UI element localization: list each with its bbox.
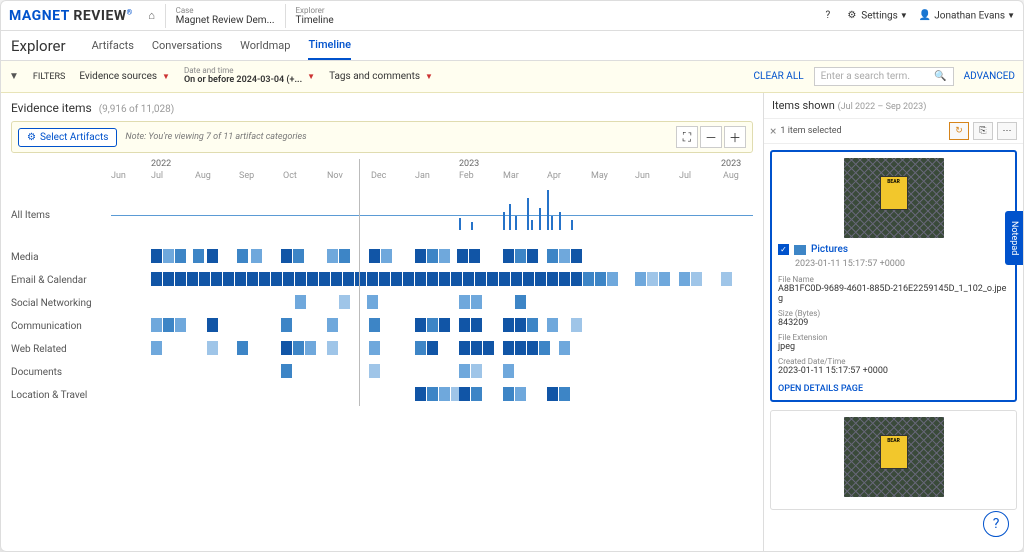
filter-tags-comments[interactable]: Tags and comments▼	[329, 71, 433, 82]
zoom-out-icon[interactable]: －	[700, 126, 722, 148]
search-input[interactable]: Enter a search term.🔍	[814, 67, 954, 86]
open-details-link[interactable]: OPEN DETAILS PAGE	[778, 384, 1009, 394]
item-checkbox[interactable]: ✓	[778, 244, 789, 255]
item-filename: A8B1FC0D-9689-4601-885D-216E2259145D_1_1…	[778, 284, 1009, 304]
picture-icon	[794, 245, 806, 255]
items-panel: Items shown (Jul 2022 – Sep 2023) × 1 it…	[763, 93, 1023, 551]
gear-icon: ⚙	[845, 9, 859, 23]
gear-icon: ⚙	[27, 132, 36, 143]
items-toolbar: × 1 item selected ↻ ⎘ ⋯	[764, 119, 1023, 144]
select-artifacts-button[interactable]: ⚙Select Artifacts	[18, 128, 117, 147]
timeline-row[interactable]: Web Related	[11, 338, 753, 360]
help-bubble-icon[interactable]: ?	[983, 511, 1009, 537]
timeline-row[interactable]: Social Networking	[11, 292, 753, 314]
item-created: 2023-01-11 15:17:57 +0000	[778, 366, 1009, 376]
zoom-in-icon[interactable]: ＋	[724, 126, 746, 148]
nav-artifacts[interactable]: Artifacts	[92, 32, 134, 59]
topbar: MAGNET REVIEW® ⌂ Case Magnet Review Dem.…	[1, 1, 1023, 31]
artifacts-note: Note: You're viewing 7 of 11 artifact ca…	[125, 132, 306, 142]
nav-worldmap[interactable]: Worldmap	[240, 32, 290, 59]
app-logo: MAGNET REVIEW®	[9, 8, 133, 24]
close-icon[interactable]: ×	[770, 124, 776, 138]
filter-evidence-sources[interactable]: Evidence sources▼	[79, 71, 170, 82]
filters-label: FILTERS	[33, 72, 65, 82]
expand-icon[interactable]: ⛶	[676, 126, 698, 148]
items-selected-count: 1 item selected	[780, 126, 945, 136]
item-extension: jpeg	[778, 342, 1009, 352]
clear-all-button[interactable]: CLEAR ALL	[754, 71, 804, 82]
items-list[interactable]: BEAR ✓ Pictures 2023-01-11 15:17:57 +000…	[764, 144, 1023, 551]
timeline-row[interactable]: Email & Calendar	[11, 269, 753, 291]
more-icon[interactable]: ⋯	[997, 122, 1017, 140]
evidence-header: Evidence items (9,916 of 11,028)	[11, 101, 753, 115]
help-icon[interactable]: ?	[821, 9, 835, 23]
item-thumbnail: BEAR	[844, 417, 944, 497]
settings-dropdown[interactable]: ⚙ Settings▼	[845, 9, 908, 23]
items-header: Items shown (Jul 2022 – Sep 2023)	[764, 93, 1023, 119]
breadcrumb-case[interactable]: Case Magnet Review Dem...	[165, 4, 285, 28]
user-icon: 👤	[918, 9, 932, 23]
nav-timeline[interactable]: Timeline	[308, 31, 351, 60]
item-thumbnail: BEAR	[844, 158, 944, 238]
artifacts-bar: ⚙Select Artifacts Note: You're viewing 7…	[11, 121, 753, 153]
nav-title: Explorer	[11, 37, 66, 55]
filter-icon: ▼	[9, 71, 19, 82]
timeline-row[interactable]: All Items	[11, 185, 753, 245]
timeline-row[interactable]: Communication	[11, 315, 753, 337]
breadcrumb-explorer[interactable]: Explorer Timeline	[285, 4, 344, 28]
timeline-row[interactable]: Media	[11, 246, 753, 268]
advanced-button[interactable]: ADVANCED	[964, 71, 1015, 82]
timeline-row[interactable]: Documents	[11, 361, 753, 383]
copy-icon[interactable]: ⎘	[973, 122, 993, 140]
item-card[interactable]: BEAR	[770, 410, 1017, 510]
nav-conversations[interactable]: Conversations	[152, 32, 222, 59]
navbar: Explorer Artifacts Conversations Worldma…	[1, 31, 1023, 61]
item-card[interactable]: BEAR ✓ Pictures 2023-01-11 15:17:57 +000…	[770, 150, 1017, 402]
refresh-icon[interactable]: ↻	[949, 122, 969, 140]
filter-date-time[interactable]: Date and timeOn or before 2024-03-04 (+.…	[184, 67, 315, 86]
user-dropdown[interactable]: 👤 Jonathan Evans▼	[918, 9, 1015, 23]
timeline-cursor[interactable]	[359, 159, 360, 406]
notepad-tab[interactable]: Notepad	[1005, 211, 1023, 265]
timeline-row[interactable]: Location & Travel	[11, 384, 753, 406]
evidence-panel: Evidence items (9,916 of 11,028) ⚙Select…	[1, 93, 763, 551]
filterbar: ▼ FILTERS Evidence sources▼ Date and tim…	[1, 61, 1023, 93]
item-type: Pictures	[811, 244, 848, 255]
timeline-axis: 202220232023JunJulAugSepOctNovDecJanFebM…	[111, 159, 753, 183]
item-size: 843209	[778, 318, 1009, 328]
home-icon[interactable]: ⌂	[143, 7, 161, 25]
search-icon: 🔍	[934, 71, 946, 82]
item-timestamp: 2023-01-11 15:17:57 +0000	[795, 259, 1009, 269]
